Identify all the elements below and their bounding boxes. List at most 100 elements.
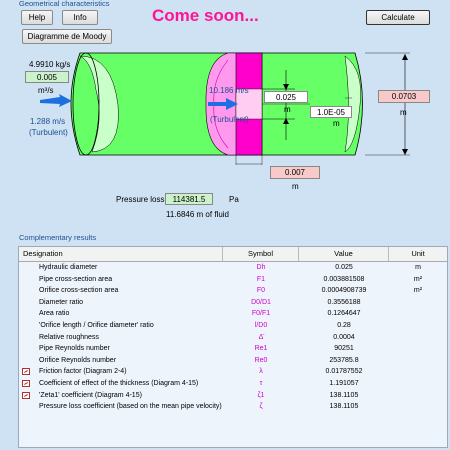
header-value[interactable]: Value [299,247,389,261]
designation-text: Relative roughness [39,333,99,341]
unit-cell: m² [413,275,423,283]
designation-text: Orifice Reynolds number [39,356,117,364]
table-row[interactable]: Orifice Reynolds number Re0 253785.8 [19,355,447,367]
symbol-cell: l/D0 [254,321,268,329]
symbol-cell: F0/F1 [251,310,271,318]
table-row[interactable]: Orifice cross-section area F0 0.0004908739… [19,285,447,297]
calculate-button[interactable]: Calculate [366,10,430,25]
designation-cell: Orifice Reynolds number [19,355,223,367]
pipe-flow-regime: (Turbulent) [29,128,68,137]
designation-cell: Diameter ratio [19,297,223,309]
value-cell: 0.003881508 [323,275,365,283]
help-button[interactable]: Help [21,10,53,25]
info-button[interactable]: Info [62,10,98,25]
table-row[interactable]: Pressure loss coefficient (based on the … [19,401,447,413]
unit-cell [389,343,447,355]
pipe-diameter-unit: m [400,108,407,117]
designation-text: Pipe Reynolds number [39,345,110,353]
unit-cell [389,401,447,413]
pressure-loss-value: 114381.5 [165,193,213,205]
designation-text: Pressure loss coefficient (based on the … [39,403,222,411]
results-table-body: Hydraulic diameter Dh 0.025 m Pipe cross-sec… [19,262,447,447]
unit-cell [389,378,447,390]
value-cell: 138.1105 [329,391,359,399]
value-cell: 253785.8 [329,356,359,364]
designation-cell: Friction factor (Diagram 2-4) [19,366,223,378]
value-cell: 138.1105 [329,403,359,411]
unit-cell [389,390,447,402]
header-unit[interactable]: Unit [389,247,447,261]
designation-cell: Pressure loss coefficient (based on the … [19,401,223,413]
roughness-unit: m [333,119,340,128]
designation-cell: Pipe Reynolds number [19,343,223,355]
value-cell: 0.025 [335,264,353,271]
table-row[interactable]: 'Zeta1' coefficient (Diagram 4-15) ζ1 138.… [19,390,447,402]
designation-cell: Hydraulic diameter [19,262,223,274]
orifice-length-unit: m [292,182,299,191]
table-row[interactable]: Friction factor (Diagram 2-4) λ 0.01787552 [19,366,447,378]
symbol-cell: Re0 [254,356,268,364]
unit-cell: m² [413,287,423,295]
value-cell: 0.28 [337,321,351,329]
value-cell: 90251 [334,345,354,353]
symbol-cell: ζ1 [257,391,265,399]
section-title-geometry: Geometrical characteristics [19,0,110,8]
orifice-flow-regime: (Turbulent) [210,115,249,124]
symbol-cell: Dh [256,264,266,271]
designation-cell: 'Zeta1' coefficient (Diagram 4-15) [19,390,223,402]
symbol-cell: λ [259,368,263,376]
table-row[interactable]: Coefficient of effect of the thickness (… [19,378,447,390]
table-row[interactable]: Diameter ratio D0/D1 0.3556188 [19,297,447,309]
results-table-header: Designation Symbol Value Unit [19,247,447,262]
unit-cell [389,297,447,309]
pressure-loss-fluid: 11.6846 m of fluid [166,210,230,219]
diagram-chart-icon[interactable] [22,391,30,399]
header-designation[interactable]: Designation [19,247,223,261]
come-soon-title: Come soon... [152,6,259,25]
symbol-cell: τ [259,379,263,387]
symbol-cell: D0/D1 [251,298,271,306]
table-row[interactable]: Relative roughness Δ̄ 0.0004 [19,332,447,344]
pipe-velocity: 1.288 m/s [30,117,66,126]
value-cell: 0.0004 [333,333,355,341]
designation-text: Pipe cross-section area [39,275,113,283]
table-row[interactable]: Pipe cross-section area F1 0.003881508 m² [19,274,447,286]
orifice-length-field[interactable]: 0.007 [270,166,320,179]
designation-text: Orifice cross-section area [39,287,119,295]
unit-cell [389,308,447,320]
mass-flow-label: 4.9910 kg/s [29,60,71,69]
unit-cell [389,366,447,378]
designation-cell: Coefficient of effect of the thickness (… [19,378,223,390]
designation-text: Area ratio [39,310,70,318]
value-cell: 1.191057 [329,379,359,387]
orifice-diameter-field[interactable]: 0.025 [264,91,308,103]
designation-cell: Pipe cross-section area [19,274,223,286]
volume-flow-field[interactable]: 0.005 [25,71,69,83]
symbol-cell: F1 [256,275,266,283]
designation-text: 'Orifice length / Orifice diameter' rati… [39,321,154,329]
symbol-cell: Δ̄ [258,333,264,341]
unit-cell: m [415,264,421,271]
table-row[interactable]: Area ratio F0/F1 0.1264647 [19,308,447,320]
table-row[interactable]: Pipe Reynolds number Re1 90251 [19,343,447,355]
orifice-diameter-unit: m [284,105,291,114]
designation-cell: 'Orifice length / Orifice diameter' rati… [19,320,223,332]
table-row[interactable]: 'Orifice length / Orifice diameter' rati… [19,320,447,332]
designation-cell: Area ratio [19,308,223,320]
diagram-chart-icon[interactable] [22,379,30,387]
header-symbol[interactable]: Symbol [223,247,299,261]
value-cell: 0.1264647 [327,310,361,318]
value-cell: 0.01787552 [325,368,363,376]
designation-text: Friction factor (Diagram 2-4) [39,368,127,376]
roughness-field[interactable]: 1.0E-05 [310,106,352,118]
pipe-diameter-field[interactable]: 0.0703 [378,90,430,103]
table-row[interactable]: Hydraulic diameter Dh 0.025 m [19,262,447,274]
designation-text: Hydraulic diameter [39,264,98,271]
value-cell: 0.3556188 [327,298,361,306]
pressure-loss-unit: Pa [229,195,239,204]
value-cell: 0.0004908739 [321,287,367,295]
diagram-chart-icon[interactable] [22,368,30,376]
unit-cell [389,355,447,367]
unit-cell [389,320,447,332]
unit-cell [389,332,447,344]
